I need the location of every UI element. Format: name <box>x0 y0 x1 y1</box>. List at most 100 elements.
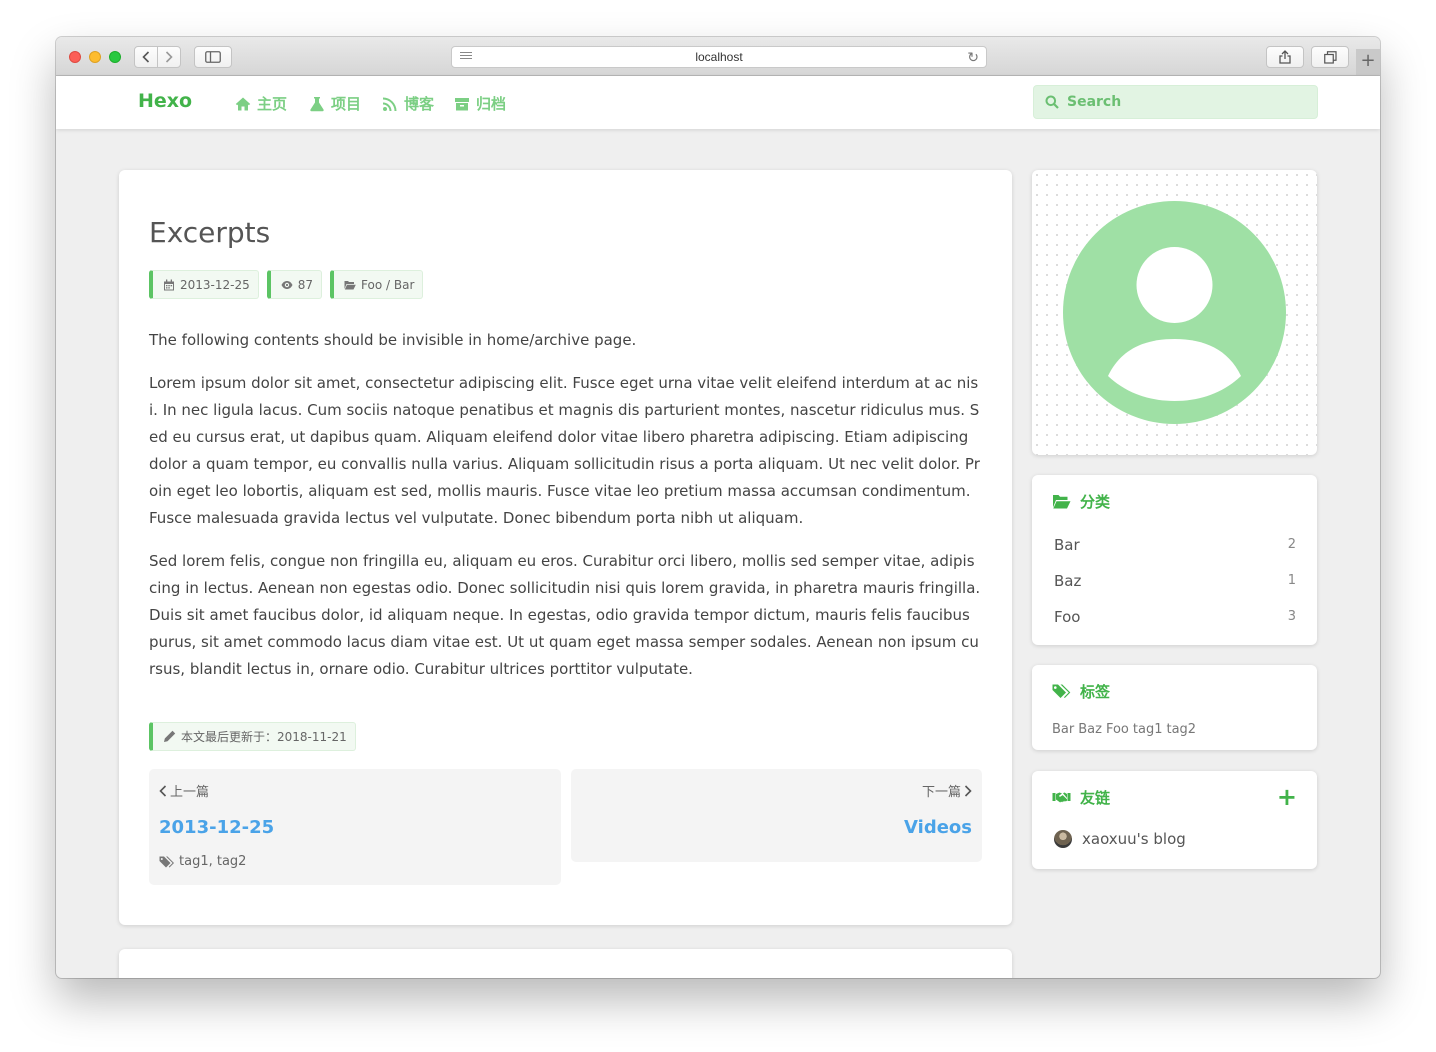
post-date-badge: 2013-12-25 <box>149 270 259 299</box>
share-icon <box>1279 50 1291 64</box>
nav-item-archive[interactable]: 归档 <box>454 93 506 114</box>
calendar-icon <box>164 279 174 290</box>
next-post-label-row: 下一篇 <box>922 781 972 800</box>
chevron-left-icon <box>159 784 167 797</box>
friend-link-item[interactable]: xaoxuu's blog <box>1054 830 1186 848</box>
post-content: The following contents should be invisib… <box>149 327 982 699</box>
friend-links-title-row: 友链 <box>1052 787 1110 808</box>
next-post-title[interactable]: Videos <box>904 817 972 838</box>
prev-post-label: 上一篇 <box>170 785 210 800</box>
avatar <box>1063 201 1286 424</box>
browser-titlebar: localhost ↻ + <box>56 37 1380 76</box>
sidebar-toggle-button[interactable] <box>194 46 232 68</box>
prev-post-tags: tag1, tag2 <box>179 854 247 869</box>
post-category-badge[interactable]: Foo / Bar <box>330 270 424 299</box>
close-window-button[interactable] <box>69 51 81 63</box>
friend-links-widget: 友链 + xaoxuu's blog <box>1032 771 1317 869</box>
search-input[interactable]: Search <box>1033 85 1318 119</box>
friend-link-name: xaoxuu's blog <box>1082 830 1186 848</box>
tags-title-row: 标签 <box>1052 681 1110 702</box>
tag-link[interactable]: Foo <box>1106 722 1129 737</box>
post-paragraph: Lorem ipsum dolor sit amet, consectetur … <box>149 374 980 527</box>
category-item[interactable]: Foo 3 <box>1054 605 1296 641</box>
reload-icon[interactable]: ↻ <box>967 47 979 67</box>
show-tabs-button[interactable] <box>1311 46 1349 68</box>
tag-link[interactable]: Baz <box>1078 722 1102 737</box>
post-views-badge: 87 <box>266 270 323 299</box>
chevron-left-icon <box>142 51 150 63</box>
post-date: 2013-12-25 <box>180 277 250 292</box>
rss-icon <box>383 97 397 111</box>
nav-item-label: 项目 <box>331 95 362 113</box>
tag-link[interactable]: tag1 <box>1133 722 1163 737</box>
categories-list: Bar 2 Baz 1 Foo 3 <box>1054 533 1296 641</box>
prev-post-tags-row: tag1, tag2 <box>159 854 246 869</box>
new-tab-button[interactable]: + <box>1356 49 1380 75</box>
browser-window: localhost ↻ + Hexo 主页 项目 博客 归档 Search Ex… <box>56 37 1380 978</box>
pencil-icon <box>164 730 176 742</box>
home-icon <box>235 97 251 110</box>
tags-list: Bar Baz Foo tag1 tag2 <box>1052 722 1196 737</box>
categories-widget: 分类 Bar 2 Baz 1 Foo 3 <box>1032 475 1317 645</box>
share-button[interactable] <box>1266 46 1304 68</box>
next-post-label: 下一篇 <box>921 785 961 800</box>
category-count: 1 <box>1287 573 1296 588</box>
nav-item-home[interactable]: 主页 <box>235 93 287 114</box>
forward-button[interactable] <box>157 46 181 68</box>
category-item[interactable]: Bar 2 <box>1054 533 1296 569</box>
search-placeholder: Search <box>1067 94 1122 110</box>
zoom-window-button[interactable] <box>109 51 121 63</box>
nav-item-label: 主页 <box>257 95 288 113</box>
nav-item-projects[interactable]: 项目 <box>309 93 361 114</box>
nav-item-blog[interactable]: 博客 <box>382 93 434 114</box>
nav-item-label: 归档 <box>476 95 507 113</box>
post-category: Foo / Bar <box>361 277 415 292</box>
tags-icon <box>159 856 174 867</box>
friend-avatar <box>1054 830 1072 848</box>
category-count: 2 <box>1287 537 1296 552</box>
avatar-card <box>1032 170 1317 455</box>
site-brand[interactable]: Hexo <box>138 90 192 112</box>
chevron-right-icon <box>165 51 173 63</box>
category-item[interactable]: Baz 1 <box>1054 569 1296 605</box>
post-card: Excerpts 2013-12-25 87 Foo / Bar The fol… <box>119 170 1012 925</box>
sidebar-icon <box>205 51 221 63</box>
next-post-link[interactable]: 下一篇 Videos <box>571 769 982 862</box>
post-updated-badge: 本文最后更新于：2018-11-21 <box>149 722 356 751</box>
tags-widget: 标签 Bar Baz Foo tag1 tag2 <box>1032 665 1317 750</box>
search-icon <box>1045 95 1059 109</box>
tag-link[interactable]: Bar <box>1052 722 1074 737</box>
nav-item-label: 博客 <box>404 95 435 113</box>
archive-icon <box>455 97 469 110</box>
category-name: Bar <box>1054 536 1080 554</box>
flask-icon <box>310 96 324 111</box>
category-name: Foo <box>1054 608 1081 626</box>
reader-icon[interactable] <box>460 52 472 62</box>
site-navbar: Hexo 主页 项目 博客 归档 Search <box>56 76 1380 129</box>
prev-post-title[interactable]: 2013-12-25 <box>159 817 274 838</box>
categories-title-row: 分类 <box>1052 491 1110 512</box>
tags-icon <box>1052 684 1071 698</box>
post-title: Excerpts <box>149 216 271 249</box>
categories-title: 分类 <box>1080 493 1111 511</box>
add-link-button[interactable]: + <box>1277 783 1297 811</box>
post-paragraph: The following contents should be invisib… <box>149 331 637 349</box>
prev-post-label-row: 上一篇 <box>159 781 209 800</box>
address-url: localhost <box>695 50 743 64</box>
post-paragraph: Sed lorem felis, congue non fringilla eu… <box>149 552 981 678</box>
address-bar[interactable]: localhost ↻ <box>451 46 987 68</box>
folder-open-icon <box>344 280 356 289</box>
tags-title: 标签 <box>1080 683 1111 701</box>
category-name: Baz <box>1054 572 1082 590</box>
tag-link[interactable]: tag2 <box>1166 722 1196 737</box>
prev-post-link[interactable]: 上一篇 2013-12-25 tag1, tag2 <box>149 769 561 885</box>
handshake-icon <box>1052 792 1071 803</box>
minimize-window-button[interactable] <box>89 51 101 63</box>
tabs-icon <box>1323 50 1337 64</box>
eye-icon <box>281 280 293 289</box>
post-updated: 本文最后更新于：2018-11-21 <box>181 730 347 744</box>
chevron-right-icon <box>964 784 972 797</box>
back-button[interactable] <box>134 46 158 68</box>
friend-links-title: 友链 <box>1080 789 1111 807</box>
folder-open-icon <box>1053 495 1071 509</box>
